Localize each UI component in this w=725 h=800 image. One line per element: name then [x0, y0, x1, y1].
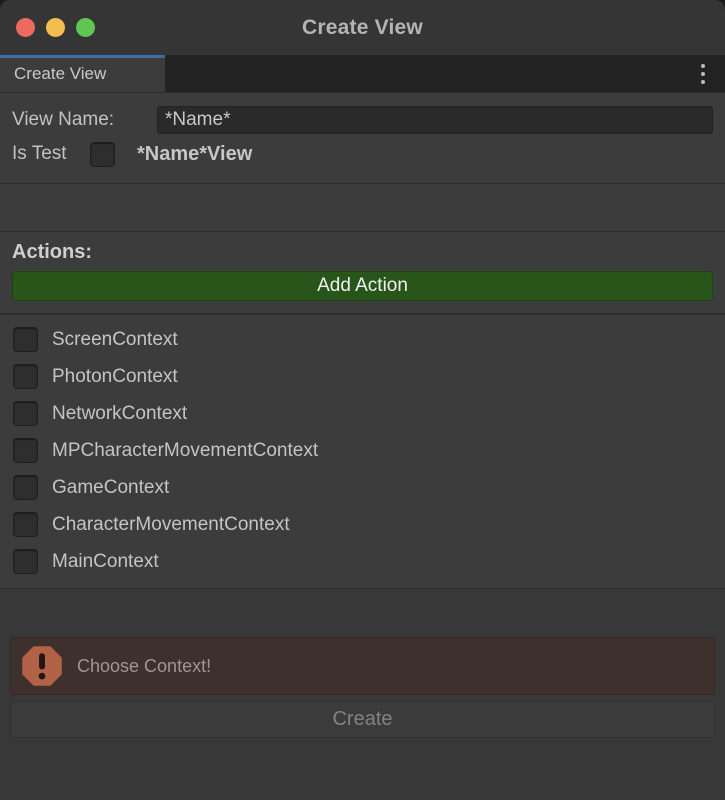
view-name-label: View Name:: [12, 109, 115, 130]
kebab-dot: [701, 71, 705, 76]
context-label: MPCharacterMovementContext: [52, 439, 319, 461]
kebab-dot: [701, 63, 705, 68]
tab-label: Create View: [14, 63, 107, 83]
context-list-item[interactable]: CharacterMovementContext: [0, 506, 725, 543]
create-button[interactable]: Create: [10, 701, 715, 738]
name-section-spacer: [0, 184, 725, 231]
footer-area: Create: [0, 695, 725, 738]
context-checkbox[interactable]: [13, 512, 38, 537]
view-name-input[interactable]: *Name*: [157, 106, 713, 134]
kebab-menu-icon[interactable]: [681, 55, 725, 92]
tab-strip-filler: [165, 55, 681, 92]
context-label: NetworkContext: [52, 402, 188, 424]
name-section: View Name: *Name* Is Test *Name*View: [0, 92, 725, 184]
is-test-checkbox[interactable]: [90, 141, 115, 167]
window-title: Create View: [302, 15, 423, 39]
context-label: MainContext: [52, 550, 159, 572]
context-list-item[interactable]: MPCharacterMovementContext: [0, 432, 725, 469]
warning-area: Choose Context!: [0, 637, 725, 695]
minimize-window-button[interactable]: [46, 18, 65, 37]
context-list: ScreenContext PhotonContext NetworkContext…: [0, 314, 725, 589]
kebab-dot: [701, 79, 705, 84]
context-checkbox[interactable]: [13, 401, 38, 426]
window-body: View Name: *Name* Is Test *Name*View Act…: [0, 92, 725, 800]
tab-strip: Create View: [0, 55, 725, 92]
actions-section: Actions: Add Action: [0, 231, 725, 314]
warning-banner: Choose Context!: [10, 637, 715, 695]
context-list-item[interactable]: ScreenContext: [0, 321, 725, 358]
window-controls: [16, 18, 95, 37]
generated-name-preview: *Name*View: [137, 142, 253, 165]
context-label: GameContext: [52, 476, 170, 498]
close-window-button[interactable]: [16, 18, 35, 37]
create-view-window: Create View Create View View Name: *Name…: [0, 0, 725, 800]
context-list-item[interactable]: NetworkContext: [0, 395, 725, 432]
context-label: PhotonContext: [52, 365, 178, 387]
actions-heading: Actions:: [12, 241, 92, 263]
tab-create-view[interactable]: Create View: [0, 55, 165, 92]
context-checkbox[interactable]: [13, 549, 38, 574]
context-label: ScreenContext: [52, 328, 178, 350]
context-list-item[interactable]: PhotonContext: [0, 358, 725, 395]
is-test-label: Is Test: [12, 143, 67, 164]
maximize-window-button[interactable]: [76, 18, 95, 37]
context-checkbox[interactable]: [13, 438, 38, 463]
context-checkbox[interactable]: [13, 364, 38, 389]
context-label: CharacterMovementContext: [52, 513, 290, 535]
window-titlebar: Create View: [0, 0, 725, 55]
error-octagon-icon: [22, 646, 62, 686]
add-action-button[interactable]: Add Action: [12, 271, 713, 301]
context-list-item[interactable]: MainContext: [0, 543, 725, 580]
is-test-row: Is Test *Name*View: [12, 137, 713, 171]
warning-message: Choose Context!: [77, 655, 212, 676]
context-checkbox[interactable]: [13, 475, 38, 500]
view-name-row: View Name: *Name*: [12, 103, 713, 137]
context-checkbox[interactable]: [13, 327, 38, 352]
context-list-item[interactable]: GameContext: [0, 469, 725, 506]
